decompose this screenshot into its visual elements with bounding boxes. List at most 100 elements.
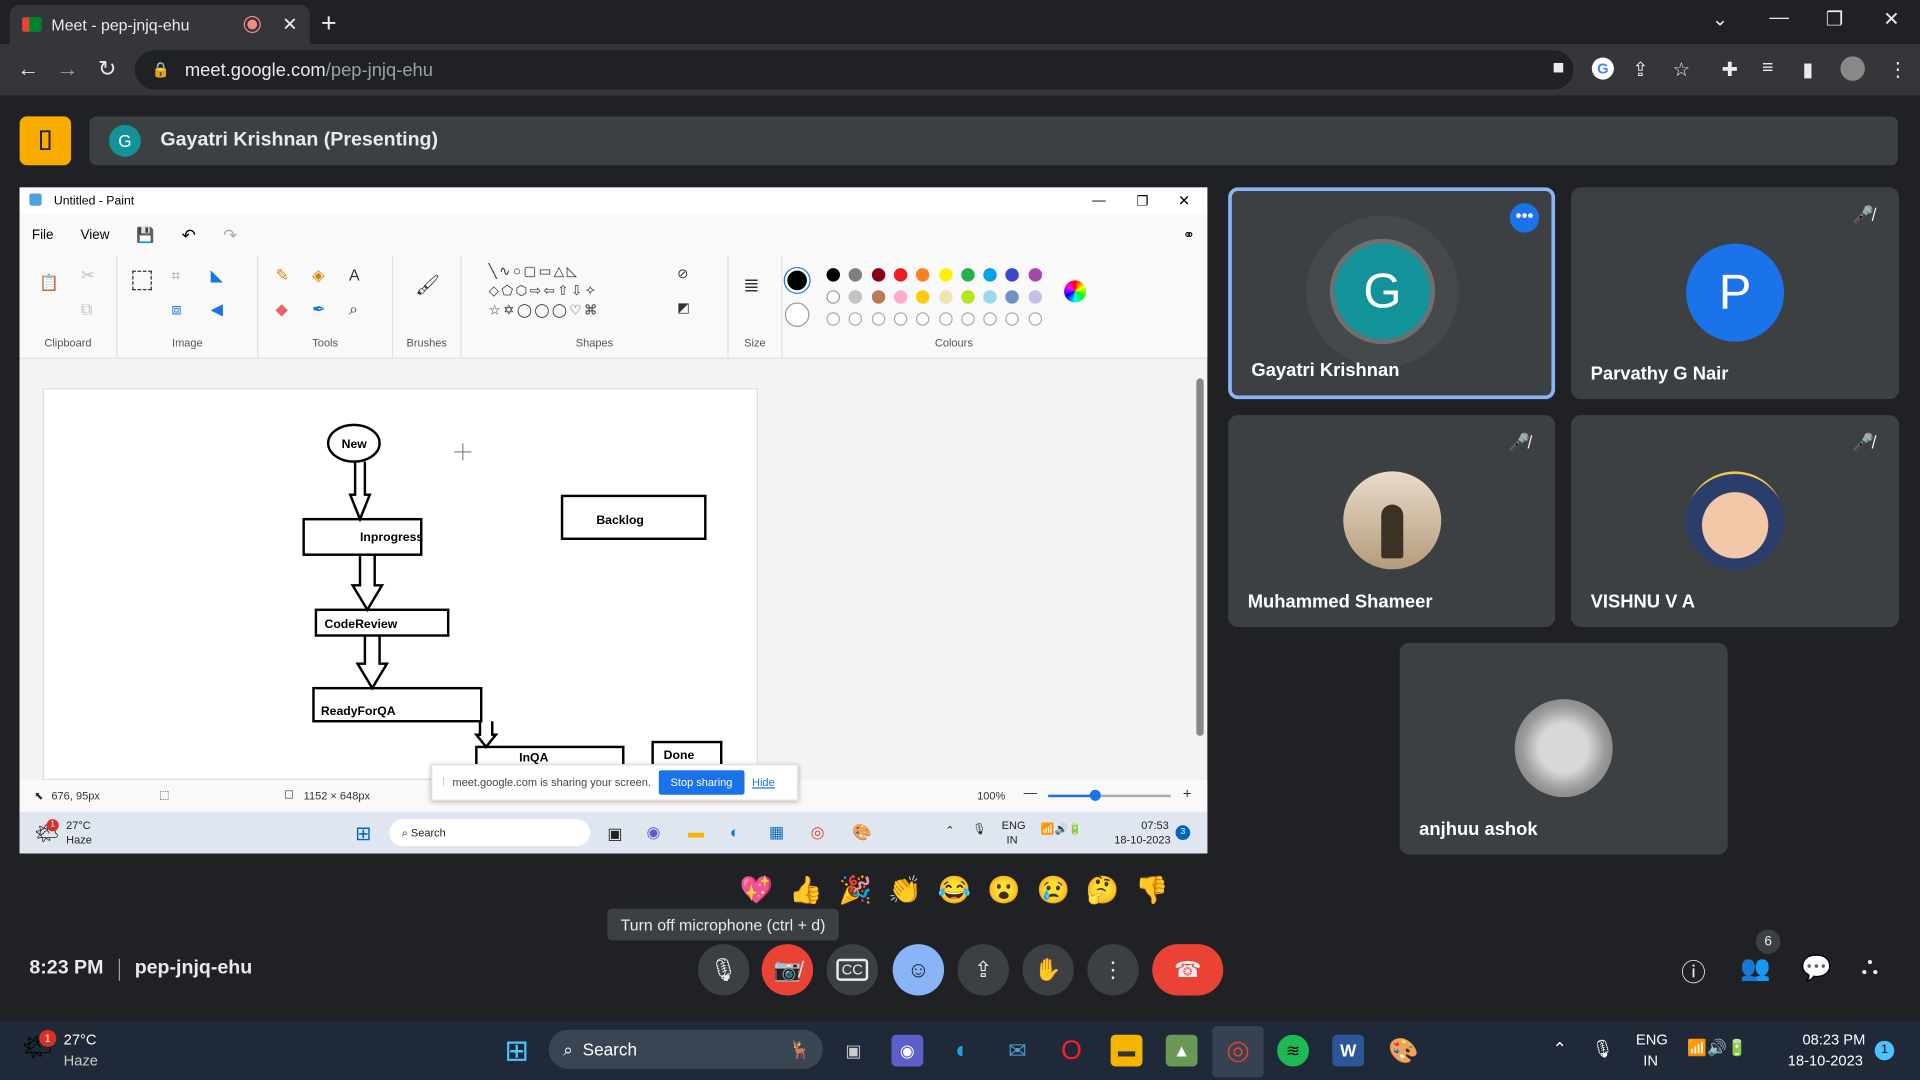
palette-swatch[interactable] — [893, 268, 908, 282]
profile-avatar[interactable] — [1840, 56, 1865, 81]
paint-menu-view[interactable]: View — [80, 228, 109, 243]
shared-start-icon[interactable]: ⊞ — [355, 822, 371, 846]
teams-icon[interactable]: ◉ — [891, 1034, 924, 1067]
captions-button[interactable]: CC — [826, 944, 878, 996]
media-control-icon[interactable]: ≡ — [1762, 58, 1773, 80]
zoom-out-icon[interactable]: — — [1024, 786, 1037, 801]
participant-tile-anjhuu[interactable]: anjhuu ashok — [1399, 642, 1728, 855]
custom-colour-slot[interactable] — [871, 312, 885, 326]
shared-chrome-icon[interactable]: ◎ — [811, 823, 825, 843]
primary-colour-swatch[interactable] — [784, 268, 810, 293]
text-icon[interactable]: A — [349, 266, 360, 284]
start-icon[interactable]: ⊞ — [501, 1034, 533, 1067]
opera-icon[interactable]: O — [1056, 1035, 1088, 1067]
lang1[interactable]: ENG — [1636, 1031, 1668, 1048]
search-box[interactable]: ⌕ Search 🦌 — [548, 1029, 823, 1069]
cut-icon[interactable]: ✂ — [81, 266, 94, 286]
custom-colour-slot[interactable] — [938, 312, 953, 326]
paint-maximize-icon[interactable]: ❐ — [1136, 193, 1148, 209]
drag-handle-icon[interactable]: ⁞ — [442, 776, 445, 788]
reaction-thinking[interactable]: 🤔 — [1086, 874, 1120, 916]
custom-colour-slot[interactable] — [848, 312, 863, 326]
shared-search-box[interactable]: ⌕ Search — [389, 819, 591, 847]
photos-icon[interactable]: ▲ — [1165, 1034, 1198, 1067]
shared-teams-icon[interactable]: ◉ — [647, 823, 661, 843]
shared-task-view-icon[interactable]: ▣ — [607, 824, 622, 844]
paint-undo-icon[interactable]: ↶ — [182, 225, 196, 246]
word-icon[interactable]: W — [1332, 1034, 1365, 1067]
shared-notification-badge[interactable]: 3 — [1175, 825, 1191, 841]
reaction-sad[interactable]: 😢 — [1036, 874, 1070, 916]
chat-icon[interactable]: 💬 — [1801, 953, 1831, 984]
reaction-thumbs-down[interactable]: 👎 — [1135, 874, 1169, 916]
back-icon[interactable]: ← — [17, 56, 39, 82]
secondary-colour-swatch[interactable] — [784, 302, 810, 327]
stop-sharing-button[interactable]: Stop sharing — [658, 770, 745, 795]
shared-network-volume-icons[interactable]: 📶🔊🔋 — [1041, 823, 1082, 836]
reaction-clap[interactable]: 👏 — [888, 874, 922, 916]
paint-save-icon[interactable]: 💾 — [136, 227, 154, 244]
address-bar[interactable]: 🔒 meet.google.com/pep-jnjq-ehu — [134, 50, 1574, 90]
pencil-icon[interactable]: ✎ — [276, 266, 289, 286]
zoom-slider-thumb[interactable] — [1089, 789, 1101, 801]
tray-chevron-icon[interactable]: ⌃ — [1553, 1038, 1567, 1059]
palette-swatch[interactable] — [960, 290, 975, 304]
flip-icon[interactable]: ◀ — [211, 300, 223, 320]
outline-icon[interactable]: ⊘ — [677, 266, 688, 282]
activities-icon[interactable]: ⛬ — [1861, 953, 1878, 981]
participant-tile-vishnu[interactable]: 🎤̸ VISHNU V A — [1571, 415, 1900, 627]
custom-colour-slot[interactable] — [1005, 312, 1020, 326]
shared-explorer-icon[interactable]: ▬ — [688, 823, 704, 841]
notification-badge[interactable]: 1 — [1874, 1040, 1895, 1061]
microphone-button[interactable]: 🎙 — [697, 944, 750, 996]
share-icon[interactable]: ⇪ — [1632, 58, 1648, 82]
network-volume-battery-icons[interactable]: 📶🔊🔋 — [1687, 1038, 1746, 1058]
fill-icon[interactable]: ◈ — [312, 266, 324, 286]
paste-icon[interactable]: 📋 — [39, 273, 59, 293]
size-icon[interactable]: ≣ — [743, 273, 759, 297]
palette-swatch[interactable] — [871, 268, 885, 282]
more-options-icon[interactable]: ••• — [1509, 203, 1540, 233]
select-icon[interactable] — [132, 270, 152, 291]
shapes-row-3-icons[interactable]: ☆✡◯◯◯♡⌘ — [489, 302, 600, 319]
paint-share-icon[interactable]: ⚭ — [1183, 227, 1195, 244]
paint-minimize-icon[interactable]: — — [1092, 193, 1105, 208]
palette-swatch[interactable] — [960, 268, 975, 282]
shared-store-icon[interactable]: ▦ — [769, 823, 784, 843]
mail-icon[interactable]: ✉ — [1002, 1035, 1034, 1067]
custom-colour-slot[interactable] — [983, 312, 997, 326]
color-picker-icon[interactable]: ✒ — [312, 300, 325, 320]
palette-swatch[interactable] — [983, 268, 997, 282]
meeting-details-icon[interactable]: ⓘ — [1681, 953, 1705, 989]
camera-button[interactable]: 📷̸ — [761, 944, 814, 996]
file-explorer-icon[interactable]: ▬ — [1110, 1034, 1143, 1067]
palette-swatch[interactable] — [1028, 268, 1042, 282]
close-window-button[interactable]: ✕ — [1883, 7, 1899, 31]
crop-icon[interactable]: ⌗ — [171, 266, 180, 286]
task-view-icon[interactable]: ▣ — [838, 1035, 870, 1067]
people-icon[interactable]: 👥 — [1740, 953, 1770, 984]
eraser-icon[interactable]: ◆ — [276, 300, 288, 320]
zoom-slider[interactable] — [1048, 794, 1171, 798]
shared-tray-chevron-icon[interactable]: ⌃ — [945, 824, 954, 837]
palette-swatch[interactable] — [848, 268, 863, 282]
camera-in-use-icon[interactable]: ■ — [1553, 58, 1565, 80]
rotate-icon[interactable]: ◣ — [211, 266, 223, 286]
shared-mic-icon[interactable]: 🎙 — [972, 823, 986, 836]
reaction-party[interactable]: 🎉 — [839, 874, 873, 916]
palette-swatch[interactable] — [938, 290, 953, 304]
shared-paint-icon[interactable]: 🎨 — [852, 823, 872, 843]
palette-swatch[interactable] — [893, 290, 908, 304]
paint-taskbar-icon[interactable]: 🎨 — [1387, 1035, 1419, 1067]
shared-lang2[interactable]: IN — [1007, 834, 1018, 846]
lang2[interactable]: IN — [1643, 1052, 1658, 1069]
palette-swatch[interactable] — [983, 290, 997, 304]
browser-tab[interactable]: Meet - pep-jnjq-ehu ✕ — [9, 4, 310, 45]
custom-colour-slot[interactable] — [916, 312, 930, 326]
raise-hand-button[interactable]: ✋ — [1022, 944, 1074, 996]
more-options-button[interactable]: ⋮ — [1087, 944, 1139, 996]
palette-swatch[interactable] — [916, 290, 930, 304]
participant-tile-parvathy[interactable]: 🎤̸ P Parvathy G Nair — [1571, 187, 1900, 400]
brush-icon[interactable]: 🖌 — [415, 273, 440, 297]
magnifier-icon[interactable]: ⌕ — [349, 300, 358, 320]
